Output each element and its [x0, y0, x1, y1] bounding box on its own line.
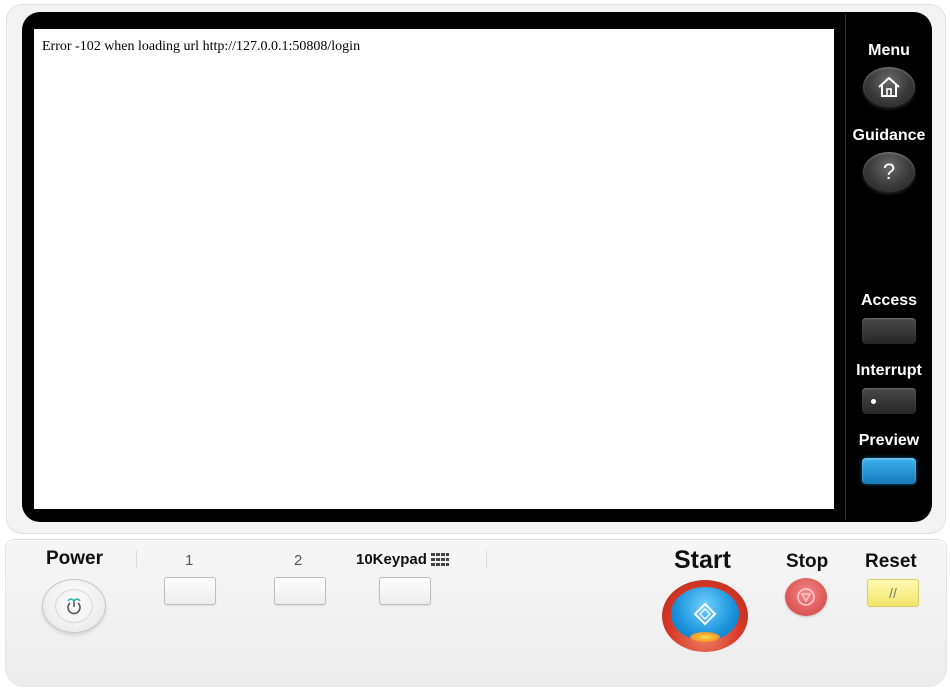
panel-seam [486, 550, 487, 568]
power-icon [67, 598, 81, 615]
access-label: Access [860, 292, 918, 309]
keypad-button[interactable] [379, 577, 431, 605]
reset-button[interactable]: // [867, 579, 919, 607]
interrupt-button[interactable] [862, 388, 916, 414]
memory-key-1-label: 1 [185, 552, 194, 569]
interrupt-label: Interrupt [856, 362, 922, 379]
keypad-label: 10Keypad [356, 551, 449, 568]
stop-label: Stop [786, 551, 829, 572]
stop-button[interactable] [785, 578, 827, 616]
interrupt-indicator-icon [871, 399, 876, 404]
error-message: Error -102 when loading url http://127.0… [42, 39, 361, 54]
question-icon: ? [882, 159, 896, 184]
keypad-label-text: 10Keypad [356, 551, 427, 568]
reset-slash-icon: // [889, 585, 897, 601]
start-diamond-icon [693, 602, 717, 626]
panel-seam [136, 550, 137, 568]
start-indicator-light [690, 632, 720, 642]
preview-button[interactable] [862, 458, 916, 484]
power-button-face [55, 589, 93, 623]
access-button[interactable] [862, 318, 916, 344]
guidance-label: Guidance [852, 127, 926, 144]
guidance-button[interactable]: ? [863, 152, 915, 192]
power-label: Power [46, 548, 104, 569]
touch-screen[interactable]: Error -102 when loading url http://127.0… [34, 29, 834, 509]
stop-octagon-icon [797, 588, 815, 606]
memory-key-1[interactable] [164, 577, 216, 605]
memory-key-2-label: 2 [294, 552, 303, 569]
menu-label: Menu [868, 42, 910, 59]
home-icon [878, 77, 900, 97]
menu-button[interactable] [863, 67, 915, 107]
power-button[interactable] [42, 579, 106, 633]
start-label: Start [674, 546, 731, 574]
preview-label: Preview [858, 432, 920, 449]
memory-key-2[interactable] [274, 577, 326, 605]
reset-label: Reset [865, 551, 917, 572]
keypad-grid-icon [430, 553, 449, 567]
